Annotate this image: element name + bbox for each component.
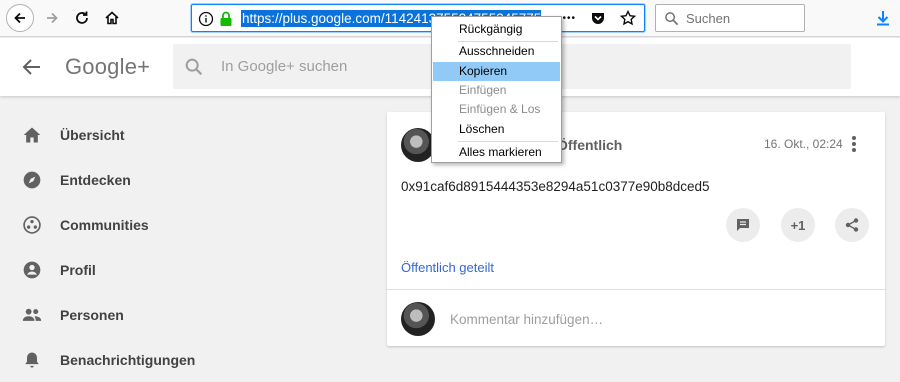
pocket-icon[interactable]	[590, 10, 606, 26]
info-icon[interactable]	[198, 11, 214, 27]
sidebar-item-notifications[interactable]: Benachrichtigungen	[0, 340, 260, 380]
post-timestamp[interactable]: 16. Okt., 02:24	[764, 137, 843, 151]
menu-separator	[458, 141, 558, 142]
comment-button[interactable]	[726, 208, 760, 242]
url-bar[interactable]: https://plus.google.com/1142413755247553…	[191, 4, 645, 32]
sidebar-item-label: Übersicht	[60, 127, 125, 143]
sidebar-item-label: Entdecken	[60, 172, 131, 188]
menu-item-copy[interactable]: Kopieren	[433, 62, 560, 81]
search-icon	[665, 12, 679, 26]
avatar[interactable]	[401, 128, 435, 162]
sidebar-item-label: Personen	[60, 307, 124, 323]
menu-item-paste[interactable]: Einfügen	[433, 81, 560, 100]
url-tools: •••	[562, 10, 636, 26]
compass-icon	[21, 169, 43, 191]
browser-forward-button[interactable]	[38, 4, 66, 32]
share-button[interactable]	[835, 208, 869, 242]
avatar	[401, 302, 435, 336]
bookmark-star-icon[interactable]	[620, 10, 636, 26]
sidebar-item-communities[interactable]: Communities	[0, 205, 260, 245]
browser-back-button[interactable]	[6, 4, 34, 32]
people-icon	[21, 304, 43, 326]
menu-item-paste-and-go[interactable]: Einfügen & Los	[433, 100, 560, 119]
sidebar-item-people[interactable]: Personen	[0, 295, 260, 335]
sidebar-item-label: Communities	[60, 217, 149, 233]
download-icon[interactable]	[874, 9, 892, 27]
share-icon	[845, 218, 859, 232]
comment-icon	[737, 219, 749, 231]
bell-icon	[21, 349, 43, 371]
shared-publicly-link[interactable]: Öffentlich geteilt	[401, 260, 494, 275]
profile-icon	[21, 259, 43, 281]
sidebar-item-explore[interactable]: Entdecken	[0, 160, 260, 200]
divider	[387, 289, 885, 290]
post-content: 0x91caf6d8915444353e8294a51c0377e90b8dce…	[401, 179, 710, 194]
menu-item-delete[interactable]: Löschen	[433, 120, 560, 139]
more-vert-icon[interactable]	[849, 134, 859, 154]
search-icon	[185, 58, 203, 76]
more-actions-icon[interactable]: •••	[562, 13, 576, 24]
lock-icon[interactable]	[219, 11, 233, 27]
context-menu: Rückgängig Ausschneiden Kopieren Einfüge…	[431, 16, 562, 163]
sidebar-item-overview[interactable]: Übersicht	[0, 115, 260, 155]
back-arrow-icon[interactable]	[20, 55, 44, 79]
sidebar-item-profile[interactable]: Profil	[0, 250, 260, 290]
arrow-left-icon	[14, 12, 25, 24]
app-logo[interactable]: Google+	[65, 54, 150, 80]
browser-search-box[interactable]: Suchen	[655, 4, 805, 32]
app-search-placeholder: In Google+ suchen	[221, 58, 348, 75]
menu-item-cut[interactable]: Ausschneiden	[433, 42, 560, 61]
sidebar-item-label: Benachrichtigungen	[60, 352, 196, 368]
sidebar-item-label: Profil	[60, 262, 96, 278]
menu-item-select-all[interactable]: Alles markieren	[433, 143, 560, 162]
communities-icon	[21, 214, 43, 236]
reload-icon	[76, 11, 88, 24]
browser-search-placeholder: Suchen	[686, 11, 731, 26]
home-button[interactable]	[98, 4, 126, 32]
menu-item-undo[interactable]: Rückgängig	[433, 20, 560, 39]
home-icon	[105, 11, 119, 25]
home-icon	[21, 124, 43, 146]
plus-one-button[interactable]: +1	[781, 208, 815, 242]
arrow-right-icon	[47, 12, 58, 24]
visibility-label: Öffentlich	[557, 137, 623, 153]
comment-input[interactable]: Kommentar hinzufügen…	[450, 312, 603, 327]
reload-button[interactable]	[68, 4, 96, 32]
